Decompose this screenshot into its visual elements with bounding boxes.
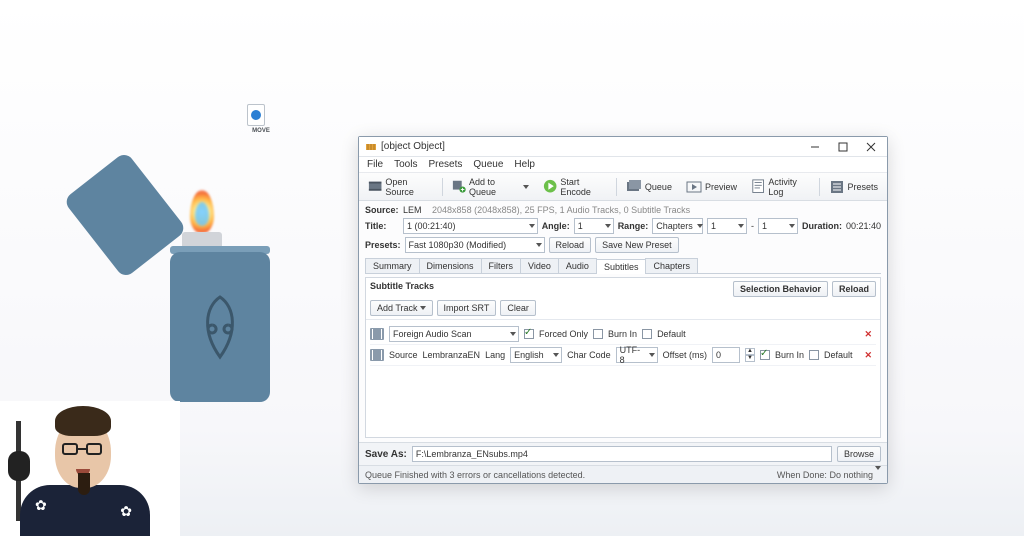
track1-burnin-checkbox[interactable]	[593, 329, 603, 339]
offset-up-button[interactable]: ▲	[745, 348, 755, 355]
titlebar[interactable]: [object Object]	[359, 137, 887, 157]
track1-source-select[interactable]: Foreign Audio Scan	[389, 326, 519, 342]
menu-help[interactable]: Help	[510, 158, 539, 171]
subtitle-track-row: Source LembranzaEN Lang English Char Cod…	[370, 345, 876, 366]
subtitle-reload-button[interactable]: Reload	[832, 281, 876, 297]
range-to-select[interactable]: 1	[758, 218, 798, 234]
chevron-down-icon	[420, 306, 426, 310]
presets-icon	[829, 179, 845, 195]
track2-source-name: LembranzaEN	[423, 350, 481, 360]
tab-filters[interactable]: Filters	[481, 258, 522, 273]
subtitle-panel: Subtitle Tracks Selection Behavior Reloa…	[365, 277, 881, 438]
duration-label: Duration:	[802, 221, 842, 231]
log-icon	[751, 179, 765, 195]
presets-button[interactable]: Presets	[824, 176, 884, 198]
menu-file[interactable]: File	[363, 158, 387, 171]
presets-label: Presets:	[365, 240, 401, 250]
statusbar: Queue Finished with 3 errors or cancella…	[359, 465, 887, 483]
preset-reload-button[interactable]: Reload	[549, 237, 592, 253]
toolbar: Open Source Add to Queue Start Encode Qu…	[359, 173, 887, 201]
queue-icon	[626, 179, 642, 195]
preset-select[interactable]: Fast 1080p30 (Modified)	[405, 237, 545, 253]
track2-burnin-checkbox[interactable]	[760, 350, 770, 360]
track2-offset-input[interactable]	[712, 347, 740, 363]
tab-dimensions[interactable]: Dimensions	[419, 258, 482, 273]
maximize-button[interactable]	[829, 138, 857, 156]
source-name: LEM	[403, 205, 422, 215]
open-source-button[interactable]: Open Source	[363, 174, 438, 200]
duration-value: 00:21:40	[846, 221, 881, 231]
when-done-select[interactable]: Do nothing	[829, 470, 881, 480]
add-track-button[interactable]: Add Track	[370, 300, 433, 316]
activity-log-button[interactable]: Activity Log	[746, 174, 815, 200]
app-icon	[365, 141, 377, 153]
clear-button[interactable]: Clear	[500, 300, 536, 316]
source-label: Source:	[365, 205, 399, 215]
angle-label: Angle:	[542, 221, 570, 231]
tab-subtitles[interactable]: Subtitles	[596, 259, 647, 274]
quicktime-icon	[247, 104, 265, 126]
play-icon	[543, 179, 557, 195]
track1-forced-checkbox[interactable]	[524, 329, 534, 339]
add-queue-icon	[452, 179, 466, 195]
track-icon	[370, 328, 384, 340]
handbrake-window: [object Object] File Tools Presets Queue…	[358, 136, 888, 484]
tab-chapters[interactable]: Chapters	[645, 258, 698, 273]
save-as-input[interactable]	[412, 446, 832, 462]
close-button[interactable]	[857, 138, 885, 156]
subtitle-track-row: Foreign Audio Scan Forced Only Burn In D…	[370, 324, 876, 345]
menu-presets[interactable]: Presets	[424, 158, 466, 171]
menubar: File Tools Presets Queue Help	[359, 157, 887, 173]
menu-queue[interactable]: Queue	[469, 158, 507, 171]
range-label: Range:	[618, 221, 649, 231]
track-icon	[370, 349, 384, 361]
menu-tools[interactable]: Tools	[390, 158, 421, 171]
tabs: Summary Dimensions Filters Video Audio S…	[365, 258, 881, 274]
save-as-row: Save As: Browse	[359, 442, 887, 465]
tab-video[interactable]: Video	[520, 258, 559, 273]
tab-audio[interactable]: Audio	[558, 258, 597, 273]
track2-delete-button[interactable]: ✕	[860, 350, 876, 361]
preview-icon	[686, 179, 702, 195]
queue-status-text: Queue Finished with 3 errors or cancella…	[365, 470, 585, 480]
track2-default-checkbox[interactable]	[809, 350, 819, 360]
subtitle-section-label: Subtitle Tracks	[370, 281, 434, 291]
preview-button[interactable]: Preview	[681, 176, 742, 198]
track2-lang-select[interactable]: English	[510, 347, 562, 363]
minimize-button[interactable]	[801, 138, 829, 156]
track2-charcode-select[interactable]: UTF-8	[616, 347, 658, 363]
film-icon	[368, 179, 382, 195]
desktop-file-icon[interactable]: MOVE	[244, 104, 268, 134]
range-type-select[interactable]: Chapters	[652, 218, 703, 234]
save-new-preset-button[interactable]: Save New Preset	[595, 237, 679, 253]
desktop-file-label: MOVE	[244, 128, 278, 134]
selection-behavior-button[interactable]: Selection Behavior	[733, 281, 828, 297]
title-select[interactable]: 1 (00:21:40)	[403, 218, 538, 234]
track1-delete-button[interactable]: ✕	[860, 329, 876, 340]
wallpaper-lighter	[130, 170, 280, 420]
track1-default-checkbox[interactable]	[642, 329, 652, 339]
chevron-down-icon	[875, 466, 881, 480]
range-from-select[interactable]: 1	[707, 218, 747, 234]
start-encode-button[interactable]: Start Encode	[538, 174, 612, 200]
when-done-label: When Done:	[777, 470, 827, 480]
add-to-queue-button[interactable]: Add to Queue	[447, 174, 534, 200]
queue-button[interactable]: Queue	[621, 176, 677, 198]
angle-select[interactable]: 1	[574, 218, 614, 234]
source-info: 2048x858 (2048x858), 25 FPS, 1 Audio Tra…	[432, 205, 690, 215]
source-row: Source: LEM 2048x858 (2048x858), 25 FPS,…	[365, 205, 881, 215]
tab-summary[interactable]: Summary	[365, 258, 420, 273]
chevron-down-icon	[523, 185, 529, 189]
save-as-label: Save As:	[365, 449, 407, 460]
browse-button[interactable]: Browse	[837, 446, 881, 462]
chevron-down-icon	[529, 224, 535, 228]
window-title: [object Object]	[381, 141, 801, 152]
webcam-overlay	[0, 401, 180, 536]
title-label: Title:	[365, 221, 399, 231]
offset-down-button[interactable]: ▼	[745, 355, 755, 362]
import-srt-button[interactable]: Import SRT	[437, 300, 497, 316]
